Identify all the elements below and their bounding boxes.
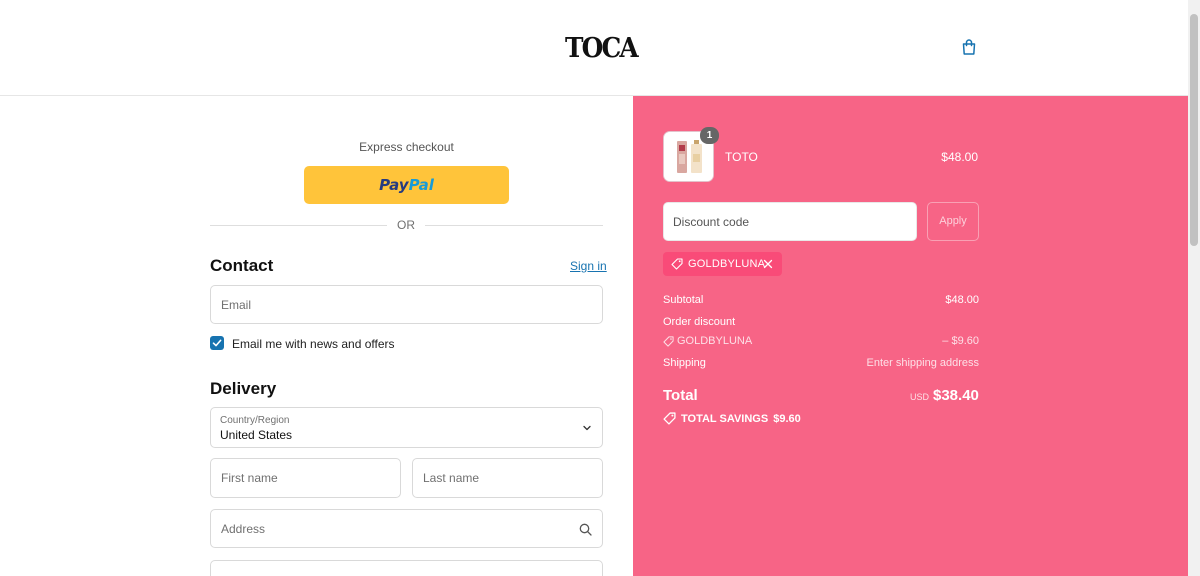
paypal-logo-part2: Pal bbox=[408, 176, 434, 194]
newsletter-checkbox[interactable] bbox=[210, 336, 224, 350]
subtotal-value: $48.00 bbox=[945, 294, 979, 306]
discount-code-input[interactable]: Discount code bbox=[663, 202, 917, 241]
discount-code-row: GOLDBYLUNA – $9.60 bbox=[663, 335, 979, 349]
store-logo[interactable]: TOCA bbox=[565, 33, 639, 64]
total-currency: USD bbox=[910, 392, 930, 402]
divider-line-right bbox=[425, 225, 603, 226]
search-icon[interactable] bbox=[579, 523, 592, 536]
total-label: Total bbox=[663, 387, 698, 404]
product-name: TOTO bbox=[725, 150, 758, 164]
or-divider: OR bbox=[210, 218, 603, 234]
chevron-down-icon bbox=[583, 425, 591, 431]
savings-value: $9.60 bbox=[773, 412, 801, 425]
total-value: $38.40 bbox=[933, 387, 979, 404]
subtotal-row: Subtotal $48.00 bbox=[663, 294, 979, 308]
tag-icon bbox=[663, 335, 674, 347]
apartment-field[interactable] bbox=[210, 560, 603, 576]
tag-icon bbox=[663, 412, 676, 425]
checkmark-icon bbox=[212, 339, 222, 347]
quantity-badge: 1 bbox=[700, 127, 719, 144]
discount-code-label: GOLDBYLUNA bbox=[677, 335, 753, 347]
first-name-placeholder: First name bbox=[221, 471, 278, 485]
delivery-title: Delivery bbox=[210, 379, 277, 398]
remove-discount-icon[interactable] bbox=[763, 259, 773, 269]
sign-in-link[interactable]: Sign in bbox=[570, 259, 607, 273]
express-checkout-label: Express checkout bbox=[359, 140, 454, 154]
country-label: Country/Region bbox=[220, 415, 290, 426]
total-savings: TOTAL SAVINGS $9.60 bbox=[663, 412, 801, 425]
order-discount-label: Order discount bbox=[663, 316, 736, 328]
contact-title: Contact bbox=[210, 256, 274, 275]
country-value: United States bbox=[220, 428, 293, 442]
email-placeholder: Email bbox=[221, 297, 252, 312]
shipping-row: Shipping Enter shipping address bbox=[663, 357, 979, 371]
discount-value: – $9.60 bbox=[942, 335, 979, 347]
applied-discount-chip: GOLDBYLUNA bbox=[663, 252, 782, 276]
newsletter-label[interactable]: Email me with news and offers bbox=[232, 337, 395, 351]
first-name-field[interactable]: First name bbox=[210, 458, 401, 498]
product-price: $48.00 bbox=[941, 150, 978, 164]
site-header: TOCA bbox=[0, 0, 1188, 96]
discount-placeholder: Discount code bbox=[673, 215, 750, 229]
savings-label: TOTAL SAVINGS bbox=[681, 412, 769, 425]
subtotal-label: Subtotal bbox=[663, 294, 704, 306]
or-label: OR bbox=[397, 218, 415, 232]
address-placeholder: Address bbox=[221, 521, 266, 536]
divider-line-left bbox=[210, 225, 387, 226]
country-select[interactable]: Country/Region United States bbox=[210, 407, 603, 448]
scrollbar-thumb[interactable] bbox=[1190, 14, 1198, 246]
applied-code-label: GOLDBYLUNA bbox=[688, 258, 766, 270]
apply-button[interactable]: Apply bbox=[927, 202, 979, 241]
email-field[interactable]: Email bbox=[210, 285, 603, 324]
shopping-bag-icon[interactable] bbox=[960, 38, 978, 56]
order-discount-row: Order discount bbox=[663, 316, 979, 330]
last-name-placeholder: Last name bbox=[423, 471, 480, 485]
address-field[interactable]: Address bbox=[210, 509, 603, 548]
page-scrollbar[interactable] bbox=[1188, 0, 1200, 576]
shipping-label: Shipping bbox=[663, 357, 706, 369]
last-name-field[interactable]: Last name bbox=[412, 458, 603, 498]
tag-icon bbox=[671, 258, 683, 270]
paypal-logo-part1: Pay bbox=[379, 176, 409, 194]
shipping-value: Enter shipping address bbox=[866, 357, 979, 369]
paypal-button[interactable]: PayPal bbox=[304, 166, 509, 204]
